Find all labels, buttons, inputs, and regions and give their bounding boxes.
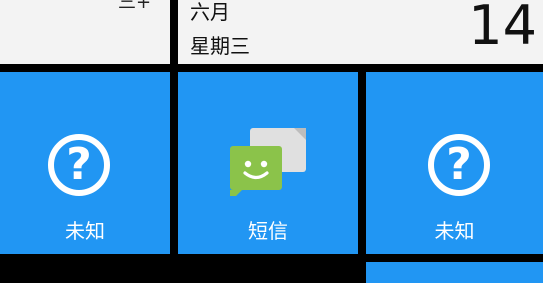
- app-tile-label: 未知: [434, 219, 475, 243]
- date-tile[interactable]: 六月 星期三 14: [178, 0, 543, 64]
- date-weekday: 星期三: [190, 34, 250, 58]
- app-tile-sms[interactable]: 短信: [178, 72, 358, 254]
- date-day-number: 14: [468, 0, 537, 57]
- app-tile-label: 短信: [248, 219, 288, 243]
- app-tile-unknown-left[interactable]: ? 未知: [0, 72, 170, 254]
- sms-app-icon: [230, 128, 306, 196]
- date-month: 六月: [190, 0, 230, 24]
- bottom-right-tile[interactable]: [366, 262, 543, 283]
- top-left-tile-text: 三+: [118, 0, 152, 13]
- question-mark-icon: ?: [428, 134, 490, 196]
- question-mark-icon: ?: [48, 134, 110, 196]
- top-left-tile[interactable]: 三+: [0, 0, 170, 64]
- app-tile-label: 未知: [65, 219, 105, 243]
- app-tile-unknown-right[interactable]: ? 未知: [366, 72, 543, 254]
